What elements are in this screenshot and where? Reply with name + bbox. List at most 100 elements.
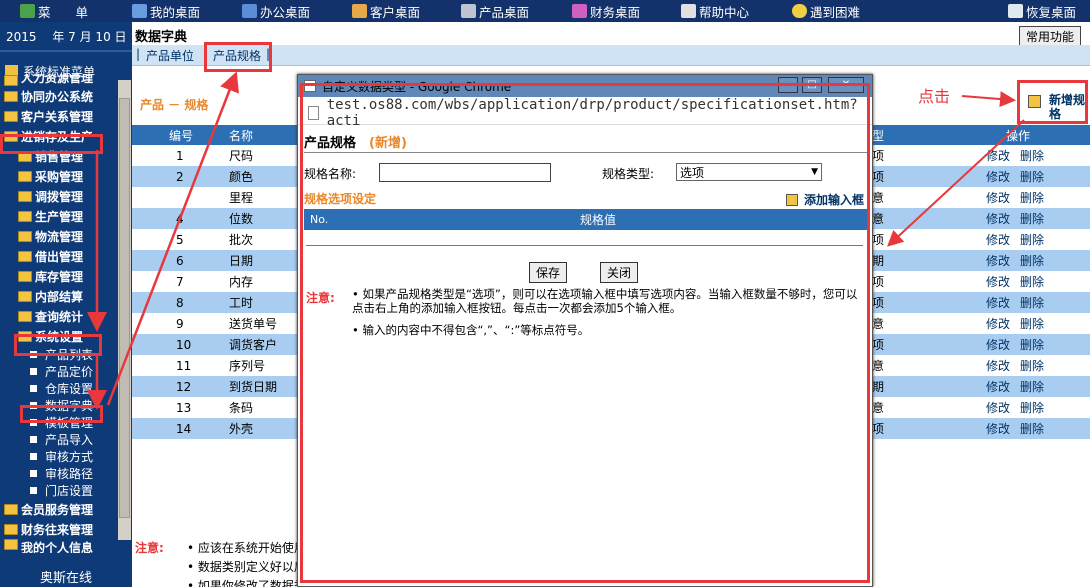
tab-product-unit[interactable]: 产品单位 bbox=[146, 47, 194, 64]
sidebar-item-finance[interactable]: 财务往来管理 bbox=[0, 519, 118, 539]
nav-office-desktop[interactable]: 办公桌面 bbox=[242, 0, 310, 22]
edit-link[interactable]: 修改 bbox=[986, 212, 1010, 226]
edit-link[interactable]: 修改 bbox=[986, 275, 1010, 289]
divider bbox=[306, 245, 863, 246]
sidebar-item-lending[interactable]: 借出管理 bbox=[0, 246, 118, 266]
sidebar-item-transfer[interactable]: 调拨管理 bbox=[0, 186, 118, 206]
sidebar-sub-approval-method[interactable]: 审核方式 bbox=[0, 448, 118, 465]
nav-help-center[interactable]: 帮助中心 bbox=[681, 0, 749, 22]
cell-ops: 修改 删除 bbox=[986, 208, 1090, 229]
sidebar-item-sales[interactable]: 销售管理 bbox=[0, 146, 118, 166]
sidebar-item-crm[interactable]: 客户关系管理 bbox=[0, 106, 118, 126]
tab-product-spec[interactable]: 产品规格 bbox=[213, 47, 261, 64]
delete-link[interactable]: 删除 bbox=[1020, 275, 1044, 289]
sidebar-item-production[interactable]: 生产管理 bbox=[0, 206, 118, 226]
folder-icon bbox=[4, 110, 18, 122]
edit-link[interactable]: 修改 bbox=[986, 380, 1010, 394]
bullet-icon bbox=[30, 453, 37, 460]
nav-product-desktop[interactable]: 产品桌面 bbox=[461, 0, 529, 22]
cell-no: 8 bbox=[132, 292, 229, 313]
sidebar-item-inventory[interactable]: 进销存及生产 bbox=[0, 126, 118, 146]
scrollbar-thumb[interactable] bbox=[119, 98, 130, 518]
sidebar-sub-templates[interactable]: 模板管理 bbox=[0, 414, 118, 431]
finance-icon bbox=[572, 4, 587, 18]
sidebar-sub-approval-path[interactable]: 审核路径 bbox=[0, 465, 118, 482]
cell-no: 10 bbox=[132, 334, 229, 355]
folder-icon bbox=[18, 310, 32, 322]
folder-open-icon bbox=[4, 130, 18, 142]
common-functions-button[interactable]: 常用功能 bbox=[1019, 26, 1082, 47]
sidebar-item-hr[interactable]: 人力资源管理 bbox=[0, 74, 118, 86]
delete-link[interactable]: 删除 bbox=[1020, 380, 1044, 394]
sidebar-item-membership[interactable]: 会员服务管理 bbox=[0, 499, 118, 519]
sidebar-item-query[interactable]: 查询统计 bbox=[0, 306, 118, 326]
cell-type: 期 bbox=[872, 250, 986, 271]
sidebar-item-office[interactable]: 协同办公系统 bbox=[0, 86, 118, 106]
cell-type: 意 bbox=[872, 317, 885, 331]
cell-ops: 修改 删除 bbox=[986, 187, 1090, 208]
delete-link[interactable]: 删除 bbox=[1020, 422, 1044, 436]
close-button[interactable]: 关闭 bbox=[600, 262, 639, 283]
delete-link[interactable]: 删除 bbox=[1020, 233, 1044, 247]
minimize-icon[interactable]: ─ bbox=[778, 77, 798, 93]
edit-link[interactable]: 修改 bbox=[986, 401, 1010, 415]
sidebar-sub-warehouse[interactable]: 仓库设置 bbox=[0, 380, 118, 397]
delete-link[interactable]: 删除 bbox=[1020, 338, 1044, 352]
edit-link[interactable]: 修改 bbox=[986, 359, 1010, 373]
sidebar-sub-pricing[interactable]: 产品定价 bbox=[0, 363, 118, 380]
edit-link[interactable]: 修改 bbox=[986, 296, 1010, 310]
penguin-icon bbox=[792, 4, 807, 18]
delete-link[interactable]: 删除 bbox=[1020, 170, 1044, 184]
edit-link[interactable]: 修改 bbox=[986, 170, 1010, 184]
edit-link[interactable]: 修改 bbox=[986, 422, 1010, 436]
folder-icon bbox=[4, 539, 18, 550]
save-button[interactable]: 保存 bbox=[529, 262, 568, 283]
nav-trouble[interactable]: 遇到困难 bbox=[792, 0, 860, 22]
nav-my-desktop[interactable]: 我的桌面 bbox=[132, 0, 200, 22]
sidebar-item-personal[interactable]: 我的个人信息 bbox=[0, 539, 118, 553]
add-input-button[interactable]: 添加输入框 bbox=[786, 191, 864, 208]
sidebar-sub-store[interactable]: 门店设置 bbox=[0, 482, 118, 499]
nav-menu[interactable]: 菜 单 bbox=[20, 0, 88, 22]
nav-finance-desktop[interactable]: 财务桌面 bbox=[572, 0, 640, 22]
sidebar-item-settlement[interactable]: 内部结算 bbox=[0, 286, 118, 306]
delete-link[interactable]: 删除 bbox=[1020, 191, 1044, 205]
delete-link[interactable]: 删除 bbox=[1020, 149, 1044, 163]
delete-link[interactable]: 删除 bbox=[1020, 296, 1044, 310]
add-icon bbox=[1028, 95, 1041, 108]
maximize-icon[interactable]: □ bbox=[802, 77, 822, 93]
edit-link[interactable]: 修改 bbox=[986, 233, 1010, 247]
delete-link[interactable]: 删除 bbox=[1020, 317, 1044, 331]
edit-link[interactable]: 修改 bbox=[986, 338, 1010, 352]
sidebar-sub-import[interactable]: 产品导入 bbox=[0, 431, 118, 448]
delete-link[interactable]: 删除 bbox=[1020, 212, 1044, 226]
sidebar-scrollbar[interactable] bbox=[118, 80, 131, 540]
nav-restore-desktop[interactable]: 恢复桌面 bbox=[1008, 0, 1076, 22]
delete-link[interactable]: 删除 bbox=[1020, 401, 1044, 415]
edit-link[interactable]: 修改 bbox=[986, 254, 1010, 268]
tab-separator: | bbox=[136, 47, 141, 61]
sidebar-sub-data-dictionary[interactable]: 数据字典 bbox=[0, 397, 118, 414]
folder-icon bbox=[18, 290, 32, 302]
nav-customer-desktop[interactable]: 客户桌面 bbox=[352, 0, 420, 22]
cell-ops: 修改 删除 bbox=[986, 229, 1090, 250]
delete-link[interactable]: 删除 bbox=[1020, 359, 1044, 373]
book-icon bbox=[681, 4, 696, 18]
new-spec-button[interactable]: 新增规格 bbox=[1028, 93, 1089, 121]
spec-name-input[interactable] bbox=[379, 163, 551, 182]
edit-link[interactable]: 修改 bbox=[986, 191, 1010, 205]
sidebar-sub-product-list[interactable]: 产品列表 bbox=[0, 346, 118, 363]
bullet-icon bbox=[30, 419, 37, 426]
spec-type-select[interactable]: 选项 ▼ bbox=[676, 163, 822, 181]
edit-link[interactable]: 修改 bbox=[986, 149, 1010, 163]
desktop-icon bbox=[132, 4, 147, 18]
sidebar-item-stock[interactable]: 库存管理 bbox=[0, 266, 118, 286]
close-icon[interactable]: ✕ bbox=[828, 77, 864, 93]
menu-icon bbox=[20, 4, 35, 18]
delete-link[interactable]: 删除 bbox=[1020, 254, 1044, 268]
sidebar-item-system-settings[interactable]: 系统设置 bbox=[0, 326, 118, 346]
sidebar-item-logistics[interactable]: 物流管理 bbox=[0, 226, 118, 246]
bullet-icon bbox=[30, 487, 37, 494]
edit-link[interactable]: 修改 bbox=[986, 317, 1010, 331]
sidebar-item-purchase[interactable]: 采购管理 bbox=[0, 166, 118, 186]
